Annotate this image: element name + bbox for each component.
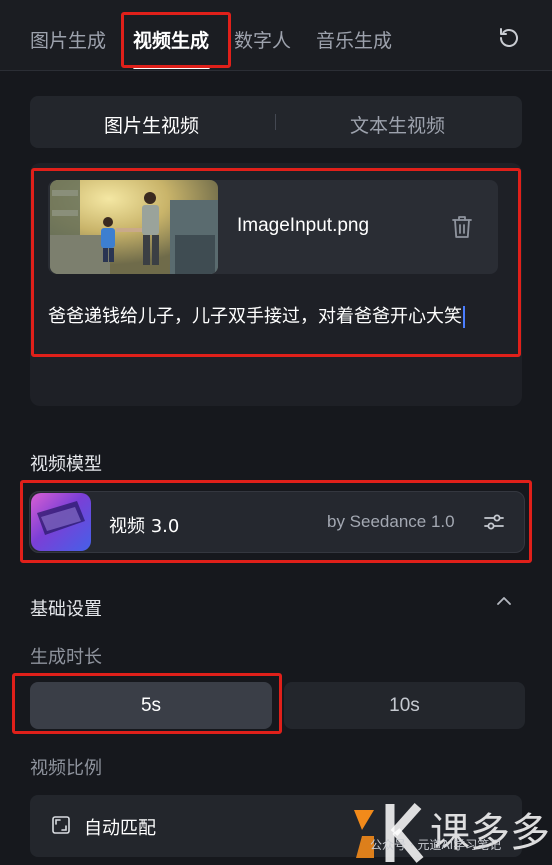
duration-label: 生成时长 [30, 647, 102, 668]
tab-image-generation[interactable]: 图片生成 [30, 26, 106, 53]
tab-music-generation[interactable]: 音乐生成 [316, 26, 392, 53]
chevron-up-icon[interactable] [495, 594, 513, 608]
ratio-label: 视频比例 [30, 758, 102, 779]
prompt-input[interactable]: 爸爸递钱给儿子，儿子双手接过，对着爸爸开心大笑 [48, 302, 465, 328]
active-tab-indicator [133, 66, 210, 69]
basic-settings-title: 基础设置 [30, 599, 102, 620]
uploaded-file-name: ImageInput.png [237, 215, 370, 236]
mode-divider [275, 114, 276, 130]
uploaded-image-thumbnail[interactable] [50, 180, 218, 274]
top-tab-bar: 图片生成 视频生成 数字人 音乐生成 [0, 0, 552, 71]
aspect-ratio-icon [52, 816, 70, 834]
model-section-title: 视频模型 [30, 454, 102, 475]
svg-text:多: 多 [510, 810, 550, 856]
prompt-text: 爸爸递钱给儿子，儿子双手接过，对着爸爸开心大笑 [48, 306, 462, 327]
ratio-value: 自动匹配 [84, 818, 156, 839]
watermark-text: 公众号 · 元道AI学习笔记 [370, 838, 502, 852]
tab-digital-human[interactable]: 数字人 [234, 26, 291, 53]
watermark-logo: 课 多 多 [354, 803, 550, 863]
text-caret [463, 306, 465, 328]
model-icon [31, 493, 91, 551]
sliders-icon[interactable] [482, 510, 506, 534]
duration-10s-button[interactable]: 10s [284, 682, 525, 729]
refresh-icon[interactable] [497, 26, 521, 50]
text-to-video-option[interactable]: 文本生视频 [350, 111, 445, 138]
model-provider: by Seedance 1.0 [327, 512, 455, 531]
trash-icon[interactable] [450, 214, 474, 240]
tab-video-generation[interactable]: 视频生成 [133, 26, 209, 53]
model-name: 视频 3.0 [109, 516, 180, 537]
duration-5s-button[interactable]: 5s [30, 682, 272, 729]
mode-switch: 图片生视频 文本生视频 [30, 96, 522, 148]
image-to-video-option[interactable]: 图片生视频 [104, 111, 199, 138]
